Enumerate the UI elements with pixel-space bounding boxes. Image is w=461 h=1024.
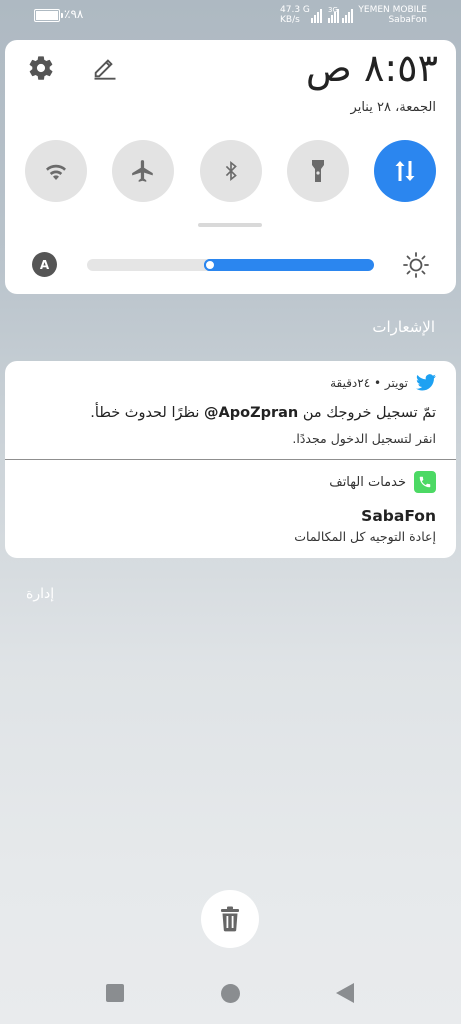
back-button[interactable] [336,983,354,1003]
trash-icon [221,906,239,932]
brightness-slider-fill [204,259,374,271]
status-bar: ٪٩٨ 47.3 G KB/s 3G YEMEN MOBILE SabaFon [0,0,461,34]
carrier-line-2: SabaFon [388,15,427,25]
mobile-data-toggle[interactable] [374,140,436,202]
wifi-icon [46,164,66,180]
data-arrows-icon [395,161,415,181]
notification-title: SabaFon [361,507,436,525]
bluetooth-toggle[interactable] [200,140,262,202]
quick-tiles [25,140,437,204]
airplane-toggle[interactable] [112,140,174,202]
flashlight-icon [312,160,324,182]
notification-app-name: تويتر • ٢٤دقيقة [330,375,408,390]
notification-body: إعادة التوجيه كل المكالمات [294,529,436,544]
notification-body: انقر لتسجيل الدخول مجددًا. [292,431,436,446]
flashlight-toggle[interactable] [287,140,349,202]
battery-icon [34,9,63,22]
bluetooth-icon [225,161,237,181]
wifi-toggle[interactable] [25,140,87,202]
clear-all-button[interactable] [201,890,259,948]
signal-bars-3g-icon: 3G [328,6,339,23]
signal-strength: 3G [311,6,353,23]
notification-title-handle: @ApoZpran [204,405,299,421]
navigation-bar [0,960,461,1024]
recent-apps-button[interactable] [106,984,124,1002]
date-label: الجمعة، ٢٨ يناير [350,100,436,115]
twitter-bird-icon [416,374,436,391]
signal-bars-icon [311,7,322,23]
notification-title-suffix: نظرًا لحدوث خطأ. [90,405,205,421]
carrier-name: YEMEN MOBILE SabaFon [358,5,427,25]
quick-settings-panel: ٨:٥٣ ص الجمعة، ٢٨ يناير A [5,40,456,294]
network-speed: 47.3 G KB/s [280,5,310,25]
settings-gear-icon[interactable] [27,54,55,82]
manage-notifications-link[interactable]: إدارة [26,586,54,602]
auto-brightness-toggle[interactable]: A [32,252,57,277]
notification-header-twitter: تويتر • ٢٤دقيقة [330,374,436,391]
panel-expand-handle[interactable] [198,223,262,227]
notification-title: تمّ تسجيل خروجك من @ApoZpran نظرًا لحدوث… [16,405,436,421]
home-button[interactable] [221,984,240,1003]
notification-header-phone: خدمات الهاتف [329,471,436,493]
battery-percent: ٪٩٨ [64,7,84,21]
brightness-slider-knob[interactable] [204,259,216,271]
brightness-sun-icon [401,250,431,280]
network-speed-unit: KB/s [280,15,300,25]
phone-icon [414,471,436,493]
network-speed-value: 47.3 G [280,5,310,15]
airplane-icon [132,160,153,182]
notification-title-prefix: تمّ تسجيل خروجك من [298,405,436,421]
edit-pencil-icon[interactable] [91,53,119,81]
clock-time: ٨:٥٣ ص [305,46,438,90]
notification-app-name: خدمات الهاتف [329,474,406,490]
notification-divider [5,459,456,460]
notification-card[interactable]: تويتر • ٢٤دقيقة تمّ تسجيل خروجك من @ApoZ… [5,361,456,558]
brightness-slider[interactable] [87,259,374,271]
carrier-line-1: YEMEN MOBILE [358,5,427,15]
signal-bars-icon [342,7,353,23]
notifications-header: الإشعارات [372,318,435,336]
